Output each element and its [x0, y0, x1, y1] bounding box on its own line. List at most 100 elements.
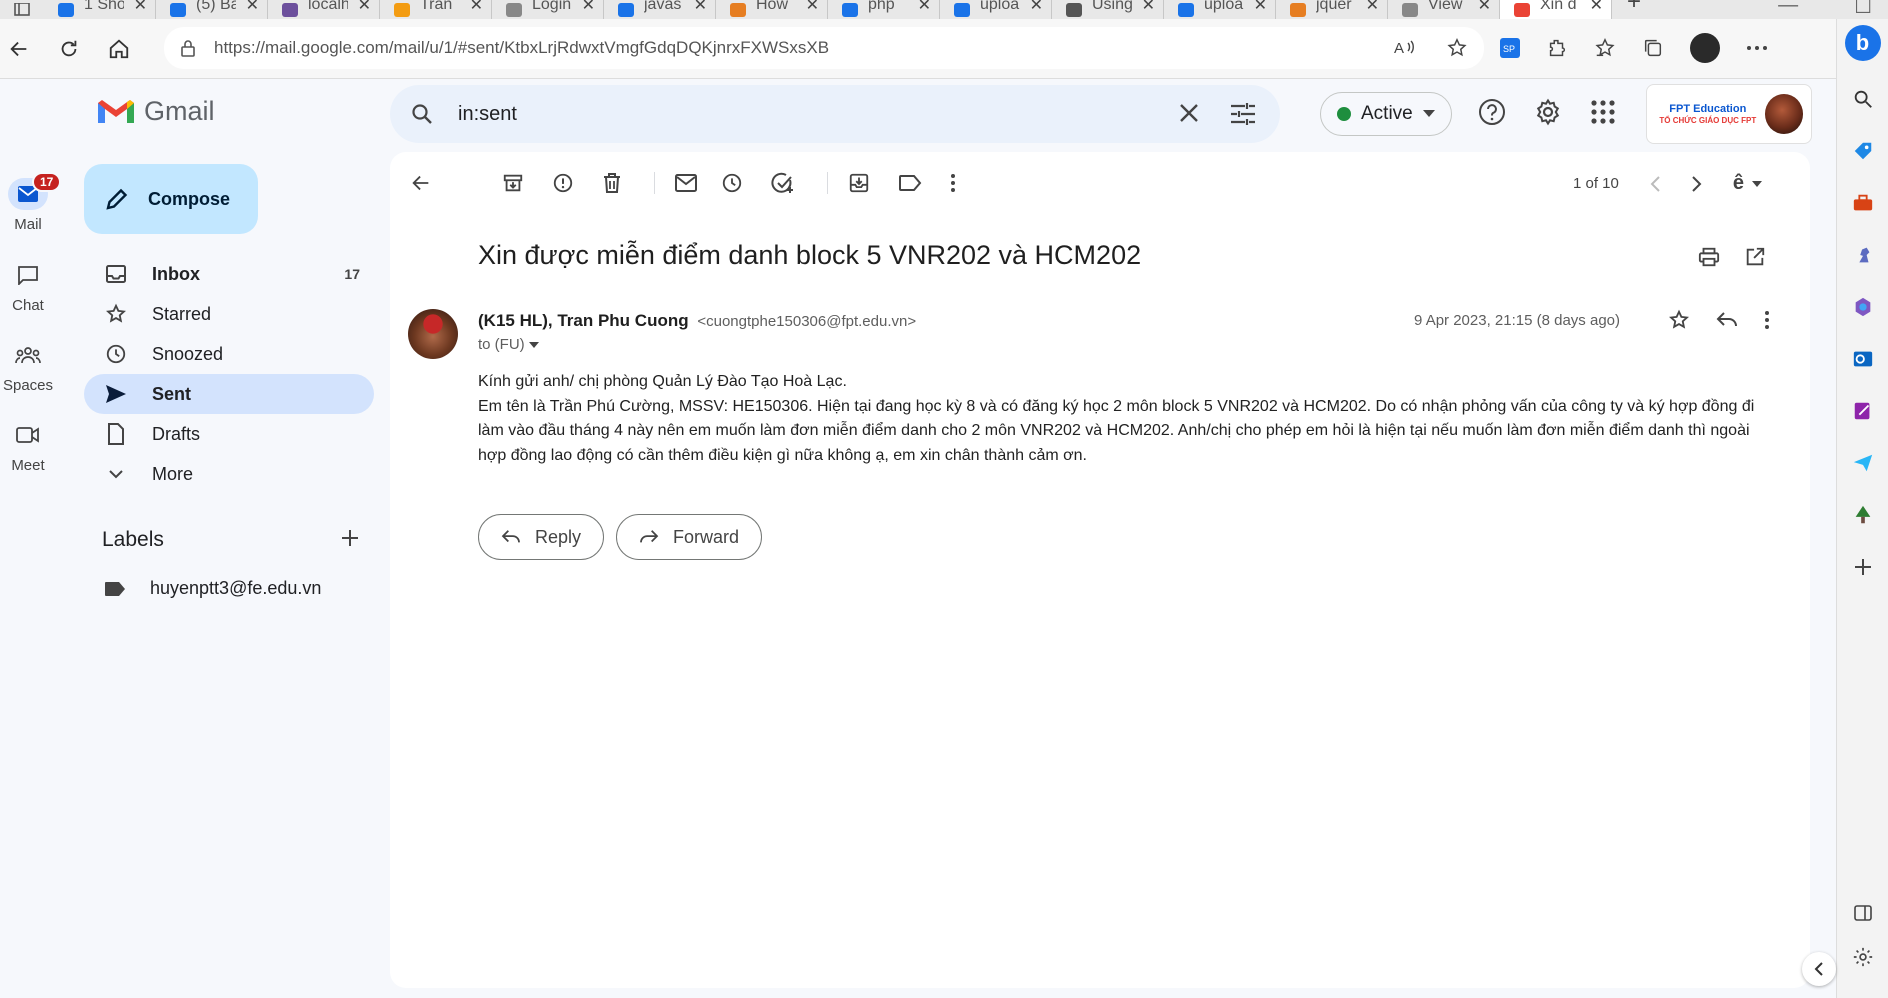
browser-tab[interactable]: How ✕ [716, 0, 828, 19]
extension-sp-icon[interactable]: SP [1500, 38, 1520, 58]
print-icon[interactable] [1698, 246, 1720, 268]
split-screen-icon[interactable] [1851, 901, 1875, 925]
search-input[interactable]: in:sent [458, 103, 517, 126]
more-vertical-icon[interactable] [1764, 309, 1770, 331]
more-horizontal-icon[interactable] [1746, 45, 1768, 51]
close-tab-icon[interactable]: ✕ [1030, 0, 1043, 15]
settings-gear-icon[interactable] [1851, 945, 1875, 969]
reload-button[interactable] [44, 38, 94, 60]
close-tab-icon[interactable]: ✕ [582, 0, 595, 15]
games-chess-icon[interactable] [1851, 243, 1875, 267]
sidebar-item-inbox[interactable]: Inbox 17 [84, 254, 374, 294]
close-tab-icon[interactable]: ✕ [1478, 0, 1491, 15]
search-icon[interactable] [410, 102, 434, 126]
read-aloud-icon[interactable]: A [1394, 37, 1416, 59]
sidebar-item-starred[interactable]: Starred [84, 294, 374, 334]
sidebar-item-more[interactable]: More [84, 454, 374, 494]
browser-tab[interactable]: jquer ✕ [1276, 0, 1388, 19]
apps-grid-icon[interactable] [1590, 98, 1616, 126]
bing-chat-icon[interactable]: b [1844, 25, 1881, 61]
new-tab-button[interactable]: + [1612, 0, 1656, 16]
shopping-tag-icon[interactable] [1851, 139, 1875, 163]
rail-item-spaces[interactable]: Spaces [0, 339, 56, 394]
close-tab-icon[interactable]: ✕ [1366, 0, 1379, 15]
back-to-list-icon[interactable] [410, 172, 432, 194]
clear-search-icon[interactable] [1178, 102, 1200, 124]
snooze-clock-icon[interactable] [721, 172, 743, 194]
report-spam-icon[interactable] [552, 172, 574, 194]
search-options-icon[interactable] [1230, 102, 1256, 126]
sender-avatar[interactable] [408, 309, 458, 359]
move-to-icon[interactable] [848, 172, 870, 194]
browser-tab[interactable]: Using ✕ [1052, 0, 1164, 19]
rail-item-mail[interactable]: 17 Mail [0, 172, 62, 233]
settings-gear-icon[interactable] [1534, 98, 1562, 126]
close-tab-icon[interactable]: ✕ [246, 0, 259, 15]
outlook-icon[interactable] [1851, 347, 1875, 371]
add-to-tasks-icon[interactable] [771, 172, 795, 194]
chevron-right-icon[interactable] [1691, 175, 1703, 193]
maximize-icon[interactable]: ☐ [1854, 0, 1872, 19]
designer-icon[interactable] [1851, 399, 1875, 423]
browser-tab[interactable]: 1 Sho ✕ [44, 0, 156, 19]
collections-icon[interactable] [1642, 37, 1664, 59]
microsoft-365-icon[interactable] [1851, 295, 1875, 319]
label-icon[interactable] [898, 174, 922, 192]
toolbox-icon[interactable] [1851, 191, 1875, 215]
sender-name[interactable]: (K15 HL), Tran Phu Cuong [478, 311, 689, 330]
browser-tab[interactable]: Trần ✕ [380, 0, 492, 19]
status-selector[interactable]: Active [1320, 92, 1452, 136]
sidebar-item-sent[interactable]: Sent [84, 374, 374, 414]
account-switcher[interactable]: FPT Education TỔ CHỨC GIÁO DỤC FPT [1646, 84, 1812, 144]
search-bar[interactable]: in:sent [390, 85, 1280, 143]
archive-icon[interactable] [502, 172, 524, 194]
reply-icon[interactable] [1716, 309, 1738, 331]
browser-profile-avatar[interactable] [1690, 33, 1720, 63]
add-icon[interactable] [1851, 555, 1875, 579]
favorites-icon[interactable] [1594, 37, 1616, 59]
search-icon[interactable] [1851, 87, 1875, 111]
close-tab-icon[interactable]: ✕ [470, 0, 483, 15]
open-new-window-icon[interactable] [1744, 246, 1766, 268]
help-icon[interactable] [1478, 98, 1506, 126]
close-tab-icon[interactable]: ✕ [1590, 0, 1603, 15]
input-tools-button[interactable]: ê [1733, 172, 1762, 195]
forward-button[interactable]: Forward [616, 514, 763, 560]
rail-item-meet[interactable]: Meet [0, 419, 56, 474]
browser-tab[interactable]: php ✕ [828, 0, 940, 19]
url-text[interactable]: https://mail.google.com/mail/u/1/#sent/K… [214, 38, 829, 58]
close-tab-icon[interactable]: ✕ [806, 0, 819, 15]
close-tab-icon[interactable]: ✕ [134, 0, 147, 15]
lock-icon[interactable] [180, 39, 196, 57]
close-tab-icon[interactable]: ✕ [1254, 0, 1267, 15]
browser-tab[interactable]: javas ✕ [604, 0, 716, 19]
more-vertical-icon[interactable] [950, 173, 956, 193]
tree-icon[interactable] [1851, 503, 1875, 527]
tab-actions-button[interactable] [0, 0, 44, 19]
mark-unread-icon[interactable] [675, 174, 697, 192]
account-avatar[interactable] [1764, 94, 1803, 134]
label-item[interactable]: huyenptt3@fe.edu.vn [104, 578, 321, 599]
reply-button[interactable]: Reply [478, 514, 605, 560]
side-panel-toggle[interactable] [1802, 952, 1836, 986]
gmail-logo[interactable]: Gmail [96, 96, 215, 127]
home-button[interactable] [94, 38, 144, 60]
browser-tab[interactable]: Login ✕ [492, 0, 604, 19]
chevron-left-icon[interactable] [1649, 175, 1661, 193]
sidebar-item-snoozed[interactable]: Snoozed [84, 334, 374, 374]
sidebar-item-drafts[interactable]: Drafts [84, 414, 374, 454]
browser-tab[interactable]: Xin đ ✕ [1500, 0, 1612, 19]
browser-tab[interactable]: uploa ✕ [1164, 0, 1276, 19]
back-button[interactable] [0, 38, 44, 60]
address-bar[interactable]: https://mail.google.com/mail/u/1/#sent/K… [164, 27, 1484, 69]
browser-tab[interactable]: localh ✕ [268, 0, 380, 19]
compose-button[interactable]: Compose [84, 164, 258, 234]
browser-tab[interactable]: uploa ✕ [940, 0, 1052, 19]
minimize-icon[interactable]: — [1778, 0, 1798, 19]
browser-tab[interactable]: View ✕ [1388, 0, 1500, 19]
delete-trash-icon[interactable] [602, 172, 622, 194]
close-tab-icon[interactable]: ✕ [358, 0, 371, 15]
create-label-button[interactable] [340, 528, 360, 553]
extensions-puzzle-icon[interactable] [1546, 37, 1568, 59]
favorite-add-icon[interactable] [1446, 37, 1468, 59]
